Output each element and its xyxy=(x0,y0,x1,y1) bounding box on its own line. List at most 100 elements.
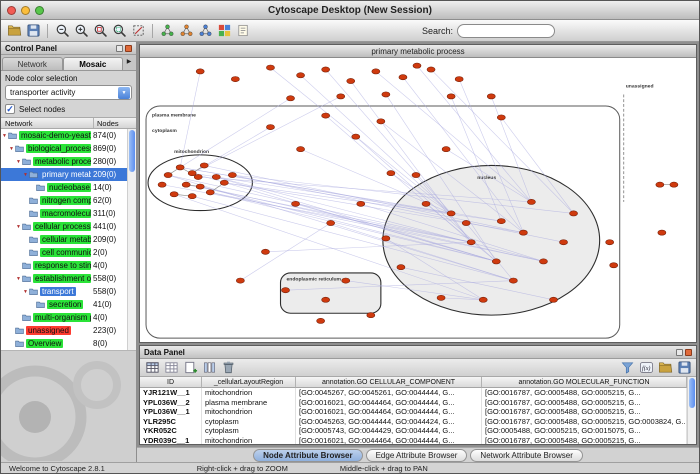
expander-icon[interactable]: ▼ xyxy=(22,172,29,178)
network-node[interactable] xyxy=(196,184,204,189)
network-node[interactable] xyxy=(610,263,618,268)
zoom-selected-icon[interactable] xyxy=(91,22,109,40)
tree-row[interactable]: cellular metabo...209(0) xyxy=(1,233,127,246)
tab-mosaic[interactable]: Mosaic xyxy=(63,57,124,70)
tree-row[interactable]: Overview8(0) xyxy=(1,337,127,350)
network-node[interactable] xyxy=(164,172,172,177)
tree-row[interactable]: ▼biological_process869(0) xyxy=(1,142,127,155)
network-node[interactable] xyxy=(158,182,166,187)
network-node[interactable] xyxy=(200,163,208,168)
tree-column-network[interactable]: Network xyxy=(1,118,94,128)
annotation-icon[interactable] xyxy=(234,22,252,40)
network-node[interactable] xyxy=(606,240,614,245)
zoom-in-icon[interactable] xyxy=(72,22,90,40)
table-row[interactable]: YKR052Ccytoplasm[GO:0005743, GO:0044429,… xyxy=(140,426,687,436)
network-node[interactable] xyxy=(322,113,330,118)
open-session-icon[interactable] xyxy=(5,22,23,40)
expander-icon[interactable]: ▼ xyxy=(15,276,22,282)
network-node[interactable] xyxy=(182,182,190,187)
network-edge[interactable] xyxy=(301,75,452,213)
panel-float-icon[interactable] xyxy=(116,45,123,52)
first-neighbors-icon[interactable] xyxy=(177,22,195,40)
network-node[interactable] xyxy=(176,165,184,170)
tree-row[interactable]: ▼metabolic process280(0) xyxy=(1,155,127,168)
tree-row[interactable]: ▼cellular process441(0) xyxy=(1,220,127,233)
network-node[interactable] xyxy=(382,236,390,241)
network-node[interactable] xyxy=(549,297,557,302)
network-node[interactable] xyxy=(377,119,385,124)
network-edge[interactable] xyxy=(326,70,451,214)
network-node[interactable] xyxy=(317,318,325,323)
network-node[interactable] xyxy=(519,230,527,235)
network-node[interactable] xyxy=(322,297,330,302)
network-canvas[interactable]: plasma membrane cytoplasm mitochondrion … xyxy=(140,58,696,342)
zoom-fit-icon[interactable] xyxy=(110,22,128,40)
network-node[interactable] xyxy=(397,265,405,270)
tree-row[interactable]: ▼establishment of l...558(0) xyxy=(1,272,127,285)
network-node[interactable] xyxy=(228,172,236,177)
network-node[interactable] xyxy=(413,63,421,68)
network-node[interactable] xyxy=(342,278,350,283)
hide-selected-icon[interactable] xyxy=(129,22,147,40)
column-header[interactable]: ID xyxy=(140,377,202,388)
network-node[interactable] xyxy=(220,180,228,185)
tab-network[interactable]: Network xyxy=(2,57,63,70)
network-node[interactable] xyxy=(322,67,330,72)
window-close-button[interactable] xyxy=(7,6,16,15)
network-node[interactable] xyxy=(437,295,445,300)
network-node[interactable] xyxy=(287,96,295,101)
network-node[interactable] xyxy=(656,182,664,187)
network-node[interactable] xyxy=(194,174,202,179)
tree-row[interactable]: multi-organism pro...4(0) xyxy=(1,311,127,324)
table-row[interactable]: YLR295Ccytoplasm[GO:0045263, GO:0044444,… xyxy=(140,417,687,427)
table-row[interactable]: YDR039C__1mitochondrion[GO:0016021, GO:0… xyxy=(140,436,687,445)
network-edge[interactable] xyxy=(240,223,330,281)
select-nodes-checkbox[interactable] xyxy=(5,104,15,114)
tab-node-attribute-browser[interactable]: Node Attribute Browser xyxy=(253,449,363,462)
tree-scrollbar[interactable] xyxy=(127,129,136,350)
column-header[interactable]: annotation.GO MOLECULAR_FUNCTION xyxy=(482,377,687,388)
network-node[interactable] xyxy=(427,67,435,72)
network-node[interactable] xyxy=(560,240,568,245)
network-node[interactable] xyxy=(367,313,375,318)
expander-icon[interactable]: ▼ xyxy=(15,224,22,230)
tree-row[interactable]: secretion41(0) xyxy=(1,298,127,311)
tree-row[interactable]: ▼transport558(0) xyxy=(1,285,127,298)
new-network-icon[interactable] xyxy=(158,22,176,40)
tab-edge-attribute-browser[interactable]: Edge Attribute Browser xyxy=(366,449,468,462)
network-node[interactable] xyxy=(527,199,535,204)
expander-icon[interactable]: ▼ xyxy=(15,159,22,165)
network-node[interactable] xyxy=(467,240,475,245)
network-edge[interactable] xyxy=(180,98,290,167)
network-node[interactable] xyxy=(282,288,290,293)
network-node[interactable] xyxy=(261,249,269,254)
network-node[interactable] xyxy=(447,211,455,216)
network-node[interactable] xyxy=(206,190,214,195)
new-attribute-icon[interactable] xyxy=(181,359,199,377)
expander-icon[interactable]: ▼ xyxy=(22,289,29,295)
tree-column-nodes[interactable]: Nodes xyxy=(94,118,136,128)
network-node[interactable] xyxy=(266,65,274,70)
network-node[interactable] xyxy=(455,77,463,82)
tree-row[interactable]: ▼mosaic-demo-yeast874(0) xyxy=(1,129,127,142)
network-node[interactable] xyxy=(497,115,505,120)
network-node[interactable] xyxy=(487,94,495,99)
network-node[interactable] xyxy=(539,259,547,264)
save-session-icon[interactable] xyxy=(24,22,42,40)
table-row[interactable]: YJR121W__1mitochondrion[GO:0045267, GO:0… xyxy=(140,388,687,398)
network-edge[interactable] xyxy=(270,68,451,214)
table-scrollbar-thumb[interactable] xyxy=(689,378,695,408)
import-attributes-icon[interactable] xyxy=(656,359,674,377)
panel-float-icon[interactable] xyxy=(676,349,683,356)
window-titlebar[interactable]: Cytoscape Desktop (New Session) xyxy=(1,1,699,20)
tree-row[interactable]: nitrogen compo...62(0) xyxy=(1,194,127,207)
table-row[interactable]: YPL036W__1mitochondrion[GO:0016021, GO:0… xyxy=(140,407,687,417)
network-node[interactable] xyxy=(422,201,430,206)
network-node[interactable] xyxy=(292,201,300,206)
select-all-attributes-icon[interactable] xyxy=(143,359,161,377)
network-view-title[interactable]: primary metabolic process xyxy=(140,45,696,58)
network-node[interactable] xyxy=(231,77,239,82)
tree-scrollbar-thumb[interactable] xyxy=(129,130,135,172)
tab-scroll-right-icon[interactable] xyxy=(123,50,135,70)
network-node[interactable] xyxy=(347,78,355,83)
